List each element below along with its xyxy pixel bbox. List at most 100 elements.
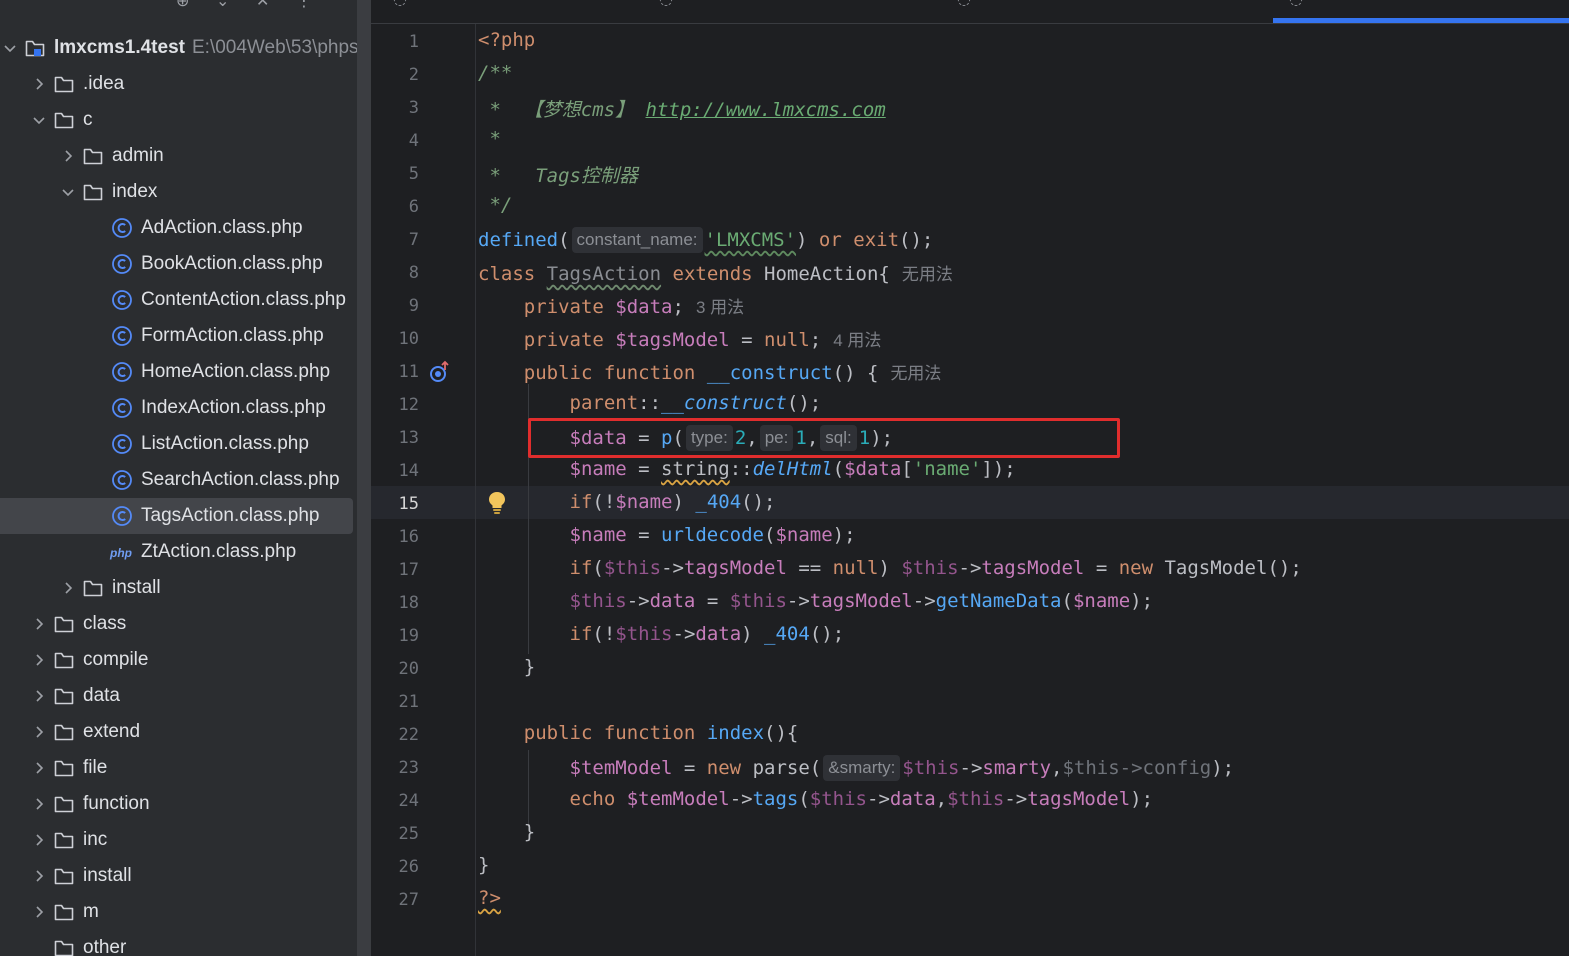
code-token: smarty [982,757,1052,779]
line-number[interactable]: 27 [371,890,419,910]
tree-item[interactable]: other [0,930,357,956]
tree-item[interactable]: function [0,786,357,822]
line-number[interactable]: 16 [371,527,419,547]
chevron-right-icon[interactable] [31,832,47,848]
code-token: __construct [706,362,833,384]
line-number[interactable]: 26 [371,857,419,877]
expand-icon[interactable]: ⌄ [216,0,229,10]
tab-partial[interactable]: ◌ [957,0,971,8]
line-number[interactable]: 12 [371,395,419,415]
line-number[interactable]: 18 [371,593,419,613]
doc-link[interactable]: http://www.lmxcms.com [646,99,886,121]
line-number[interactable]: 7 [371,230,419,250]
tree-item[interactable]: AdAction.class.php [0,210,357,246]
line-number[interactable]: 3 [371,98,419,118]
code-line-12: parent::__construct(); [569,392,822,414]
usage-hint[interactable]: 4 用法 [833,331,881,350]
tree-item[interactable]: c [0,102,357,138]
chevron-right-icon[interactable] [31,760,47,776]
line-number[interactable]: 20 [371,659,419,679]
line-number[interactable]: 5 [371,164,419,184]
code-line-2: /** [478,62,512,84]
tree-item[interactable]: ListAction.class.php [0,426,357,462]
code-token: exit [853,229,900,251]
line-number[interactable]: 23 [371,758,419,778]
tree-item[interactable]: lmxcms1.4test E:\004Web\53\phpst [0,30,357,66]
chevron-right-icon[interactable] [31,724,47,740]
tree-item[interactable]: SearchAction.class.php [0,462,357,498]
sidebar-scrollbar[interactable] [357,0,371,956]
close-icon[interactable]: ✕ [256,0,269,10]
code-token: $temModel [569,757,673,779]
tree-item[interactable]: data [0,678,357,714]
chevron-right-icon[interactable] [31,868,47,884]
override-gutter-icon[interactable] [428,360,452,384]
chevron-right-icon[interactable] [31,904,47,920]
code-token: public [523,722,593,744]
tree-item[interactable]: admin [0,138,357,174]
line-number[interactable]: 11 [371,362,419,382]
tree-item-label: extend [83,721,141,742]
line-number[interactable]: 4 [371,131,419,151]
usage-hint[interactable]: 无用法 [890,364,941,383]
chevron-right-icon[interactable] [31,688,47,704]
line-number[interactable]: 13 [371,428,419,448]
chevron-right-icon[interactable] [60,580,76,596]
tab-partial[interactable]: ◌ [1289,0,1303,8]
line-number[interactable]: 6 [371,197,419,217]
tree-item-label: ListAction.class.php [141,433,309,454]
tree-item[interactable]: .idea [0,66,357,102]
chevron-right-icon[interactable] [31,652,47,668]
line-number[interactable]: 14 [371,461,419,481]
tree-item[interactable]: TagsAction.class.php [0,498,357,534]
tree-item[interactable]: install [0,858,357,894]
tree-item[interactable]: m [0,894,357,930]
code-editor[interactable]: 1 2 3 4 5 6 7 8 9 10 11 12 13 14 15 16 17 18 19 20 21 22 23 24 2… [371,24,1569,956]
line-number[interactable]: 8 [371,263,419,283]
tree-item[interactable]: extend [0,714,357,750]
code-token: __construct [661,392,787,414]
line-number[interactable]: 24 [371,791,419,811]
line-number[interactable]: 21 [371,692,419,712]
more-icon[interactable]: ⋮ [296,0,312,10]
line-number[interactable]: 19 [371,626,419,646]
line-number[interactable]: 15 [371,494,419,514]
chevron-right-icon[interactable] [60,148,76,164]
tree-item[interactable]: index [0,174,357,210]
tab-partial[interactable]: ◌ [393,0,407,8]
tree-item[interactable]: IndexAction.class.php [0,390,357,426]
line-number[interactable]: 2 [371,65,419,85]
tree-item[interactable]: HomeAction.class.php [0,354,357,390]
line-number[interactable]: 9 [371,296,419,316]
tree-item[interactable]: file [0,750,357,786]
tree-item[interactable]: inc [0,822,357,858]
usage-hint[interactable]: 无用法 [902,265,953,284]
tree-item[interactable]: install [0,570,357,606]
line-number[interactable]: 22 [371,725,419,745]
tree-item[interactable]: class [0,606,357,642]
code-line-27: ?> [478,887,501,909]
tree-item[interactable]: ContentAction.class.php [0,282,357,318]
code-token: private [523,296,604,318]
chevron-right-icon[interactable] [31,796,47,812]
line-number[interactable]: 25 [371,824,419,844]
tree-item[interactable]: php ZtAction.class.php [0,534,357,570]
tab-partial[interactable]: ◌ [659,0,673,8]
line-number[interactable]: 1 [371,32,419,52]
code-token: 'LMXCMS' [704,229,797,251]
chevron-down-icon[interactable] [60,184,76,200]
tree-item[interactable]: compile [0,642,357,678]
chevron-down-icon[interactable] [31,112,47,128]
line-number[interactable]: 10 [371,329,419,349]
line-number[interactable]: 17 [371,560,419,580]
chevron-right-icon[interactable] [31,616,47,632]
project-toolbar: ⊕ ⌄ ✕ ⋮ [0,0,357,24]
usage-hint[interactable]: 3 用法 [696,298,744,317]
chevron-right-icon[interactable] [31,76,47,92]
tree-item[interactable]: BookAction.class.php [0,246,357,282]
code-token: } [478,854,490,876]
chevron-down-icon[interactable] [2,40,18,56]
tree-item[interactable]: FormAction.class.php [0,318,357,354]
folder-icon [53,613,75,635]
locate-icon[interactable]: ⊕ [176,0,189,10]
